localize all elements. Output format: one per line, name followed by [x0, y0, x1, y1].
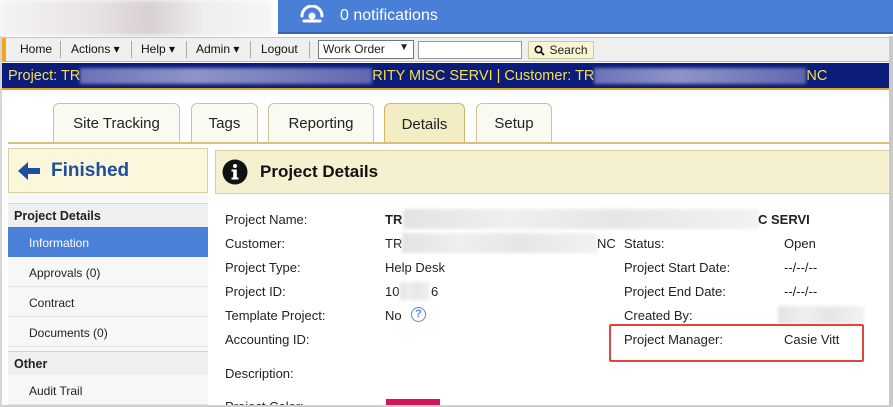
- project-banner: Project: TR RITY MISC SERVI | Customer: T…: [0, 63, 893, 90]
- project-type-label: Project Type:: [225, 260, 301, 275]
- project-name-prefix: TR: [385, 212, 403, 227]
- page-title: Project Details: [260, 162, 379, 181]
- nav-divider: [250, 41, 251, 58]
- sidebar-item-approvals[interactable]: Approvals (0): [8, 257, 208, 287]
- notifications-bar[interactable]: 0 notifications: [278, 0, 893, 34]
- tab-details[interactable]: Details: [384, 103, 465, 144]
- created-by-label: Created By:: [624, 308, 693, 323]
- nav-logout[interactable]: Logout: [261, 42, 298, 56]
- search-input[interactable]: [418, 41, 522, 59]
- project-name-label: Project Name:: [225, 212, 308, 227]
- nav-divider: [131, 41, 132, 58]
- redacted-project-name: [80, 68, 373, 85]
- nav-help[interactable]: Help ▾: [141, 42, 175, 56]
- search-button[interactable]: Search: [528, 41, 594, 59]
- chevron-down-icon: ▼: [399, 42, 409, 53]
- customer-prefix: TR: [385, 236, 403, 251]
- tab-setup[interactable]: Setup: [476, 103, 552, 143]
- banner-project-tail: RITY MISC SERVI: [372, 68, 493, 84]
- search-icon: [534, 44, 546, 56]
- status-label: Status:: [624, 236, 665, 251]
- redacted-project-name-field: [403, 209, 759, 229]
- sidebar-item-contract[interactable]: Contract: [8, 287, 208, 317]
- finished-label: Finished: [51, 159, 130, 181]
- nav-divider: [186, 41, 187, 58]
- nav-actions[interactable]: Actions ▾: [71, 42, 120, 56]
- redacted-customer-field: [402, 233, 598, 253]
- search-button-label: Search: [549, 43, 588, 57]
- banner-separator: |: [492, 68, 505, 84]
- description-label: Description:: [225, 366, 294, 381]
- nav-divider: [60, 41, 61, 58]
- notifications-label: 0 notifications: [340, 7, 438, 24]
- banner-project-prefix: Project: TR: [8, 68, 81, 84]
- redacted-project-id: [400, 282, 430, 300]
- search-scope-value: Work Order: [323, 42, 385, 56]
- project-details-header: Project Details: [215, 150, 893, 194]
- project-type-value: Help Desk: [385, 260, 445, 275]
- info-icon: [222, 159, 248, 185]
- nav-admin[interactable]: Admin ▾: [196, 42, 239, 56]
- tab-site-tracking[interactable]: Site Tracking: [53, 103, 180, 143]
- nav-divider: [309, 41, 310, 58]
- start-date-label: Project Start Date:: [624, 260, 731, 275]
- banner-customer-prefix: Customer: TR: [504, 68, 595, 84]
- redacted-customer-name: [594, 68, 807, 85]
- search-scope-select[interactable]: Work Order ▼: [318, 40, 414, 59]
- sidebar-item-documents[interactable]: Documents (0): [8, 317, 208, 347]
- template-project-label: Template Project:: [225, 308, 326, 323]
- project-id-label: Project ID:: [225, 284, 286, 299]
- bell-hand-icon: [300, 5, 324, 23]
- end-date-value: --/--/--: [784, 284, 818, 299]
- sidebar-item-audit-trail[interactable]: Audit Trail: [8, 375, 208, 405]
- tab-reporting[interactable]: Reporting: [268, 103, 374, 143]
- blurred-header-area: [0, 0, 272, 36]
- sidebar: Finished Project Details Information App…: [8, 148, 208, 407]
- window-border-left: [0, 36, 2, 407]
- tab-tags[interactable]: Tags: [191, 103, 258, 143]
- finished-button[interactable]: Finished: [8, 148, 208, 193]
- window-border-right: [889, 36, 893, 407]
- arrow-left-icon: [18, 161, 40, 180]
- project-manager-highlight: [609, 324, 864, 362]
- tab-divider: [8, 142, 890, 144]
- help-icon[interactable]: ?: [411, 307, 426, 322]
- project-id-prefix: 10: [385, 284, 400, 299]
- accounting-id-label: Accounting ID:: [225, 332, 310, 347]
- project-name-suffix: C SERVI: [758, 212, 810, 227]
- customer-label: Customer:: [225, 236, 285, 251]
- template-project-value: No: [385, 308, 402, 323]
- banner-customer-tail: NC: [806, 68, 828, 84]
- redacted-created-by: [778, 306, 864, 324]
- main-navbar: Home Actions ▾ Help ▾ Admin ▾ Logout Wor…: [0, 37, 893, 62]
- nav-home[interactable]: Home: [20, 42, 52, 56]
- project-id-suffix: 6: [431, 284, 439, 299]
- end-date-label: Project End Date:: [624, 284, 726, 299]
- sidebar-section-project-details: Project Details: [8, 203, 208, 227]
- sidebar-section-other: Other: [8, 351, 208, 375]
- status-value: Open: [784, 236, 816, 251]
- customer-suffix: NC: [597, 236, 616, 251]
- sidebar-item-information[interactable]: Information: [8, 227, 208, 257]
- start-date-value: --/--/--: [784, 260, 818, 275]
